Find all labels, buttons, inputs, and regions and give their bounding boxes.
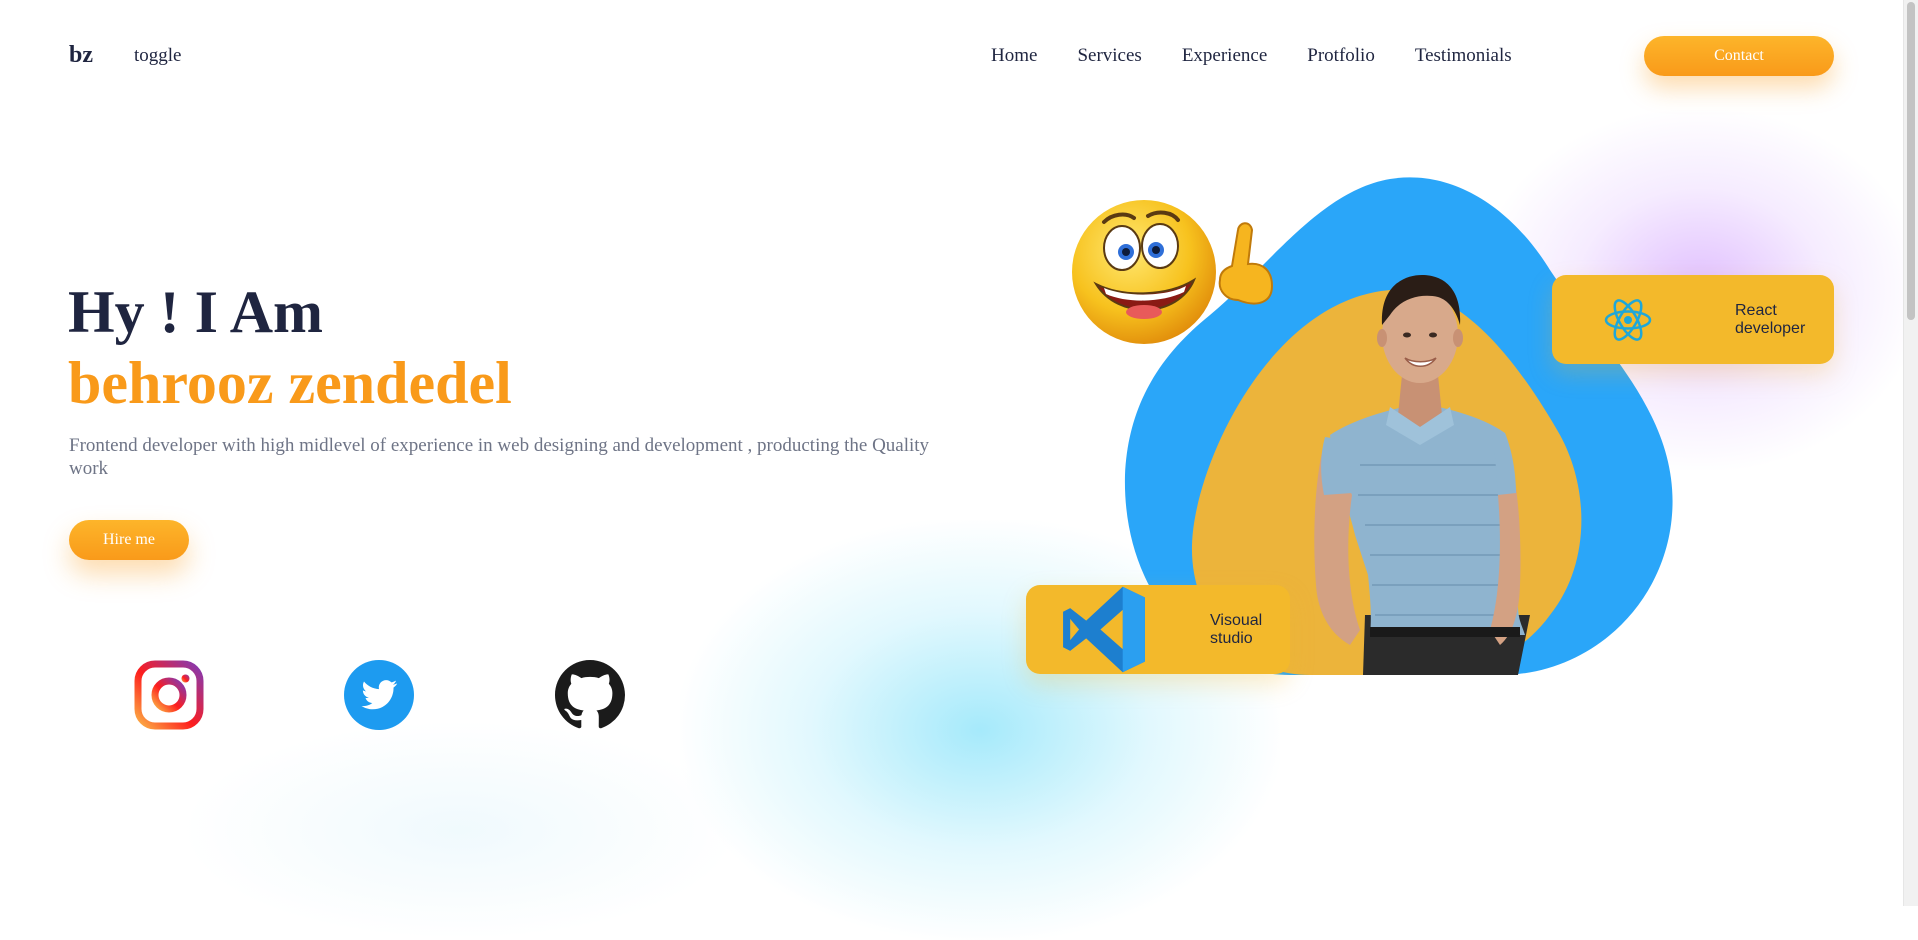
contact-button[interactable]: Contact — [1644, 36, 1834, 76]
nav-link-testimonials[interactable]: Testimonials — [1415, 45, 1512, 67]
scrollbar-thumb[interactable] — [1907, 2, 1915, 320]
logo[interactable]: bz — [69, 42, 93, 69]
visual-studio-card: Visoual studio — [1026, 585, 1290, 674]
instagram-icon[interactable] — [134, 660, 204, 730]
faint-glow-decoration — [180, 720, 740, 940]
nav-link-experience[interactable]: Experience — [1182, 45, 1267, 67]
theme-toggle[interactable]: toggle — [134, 45, 182, 67]
react-developer-card: React developer — [1552, 275, 1834, 364]
nav-link-services[interactable]: Services — [1077, 45, 1141, 67]
react-icon — [1604, 297, 1652, 343]
emoji-sticker — [1068, 200, 1288, 350]
github-icon[interactable] — [555, 660, 625, 730]
nav-link-home[interactable]: Home — [991, 45, 1037, 67]
hero-greeting: Hy ! I Am — [68, 279, 323, 345]
visual-studio-label: Visoual studio — [1210, 612, 1263, 647]
vscode-icon — [1059, 585, 1149, 674]
nav-link-portfolio[interactable]: Protfolio — [1307, 45, 1375, 67]
hero-description: Frontend developer with high midlevel of… — [69, 435, 930, 479]
hire-me-button[interactable]: Hire me — [69, 520, 189, 560]
main-nav: Home Services Experience Protfolio Testi… — [991, 45, 1512, 67]
hero-name: behrooz zendedel — [68, 350, 512, 416]
twitter-icon[interactable] — [344, 660, 414, 730]
react-developer-label: React developer — [1735, 302, 1806, 337]
page-scrollbar[interactable] — [1903, 0, 1918, 906]
